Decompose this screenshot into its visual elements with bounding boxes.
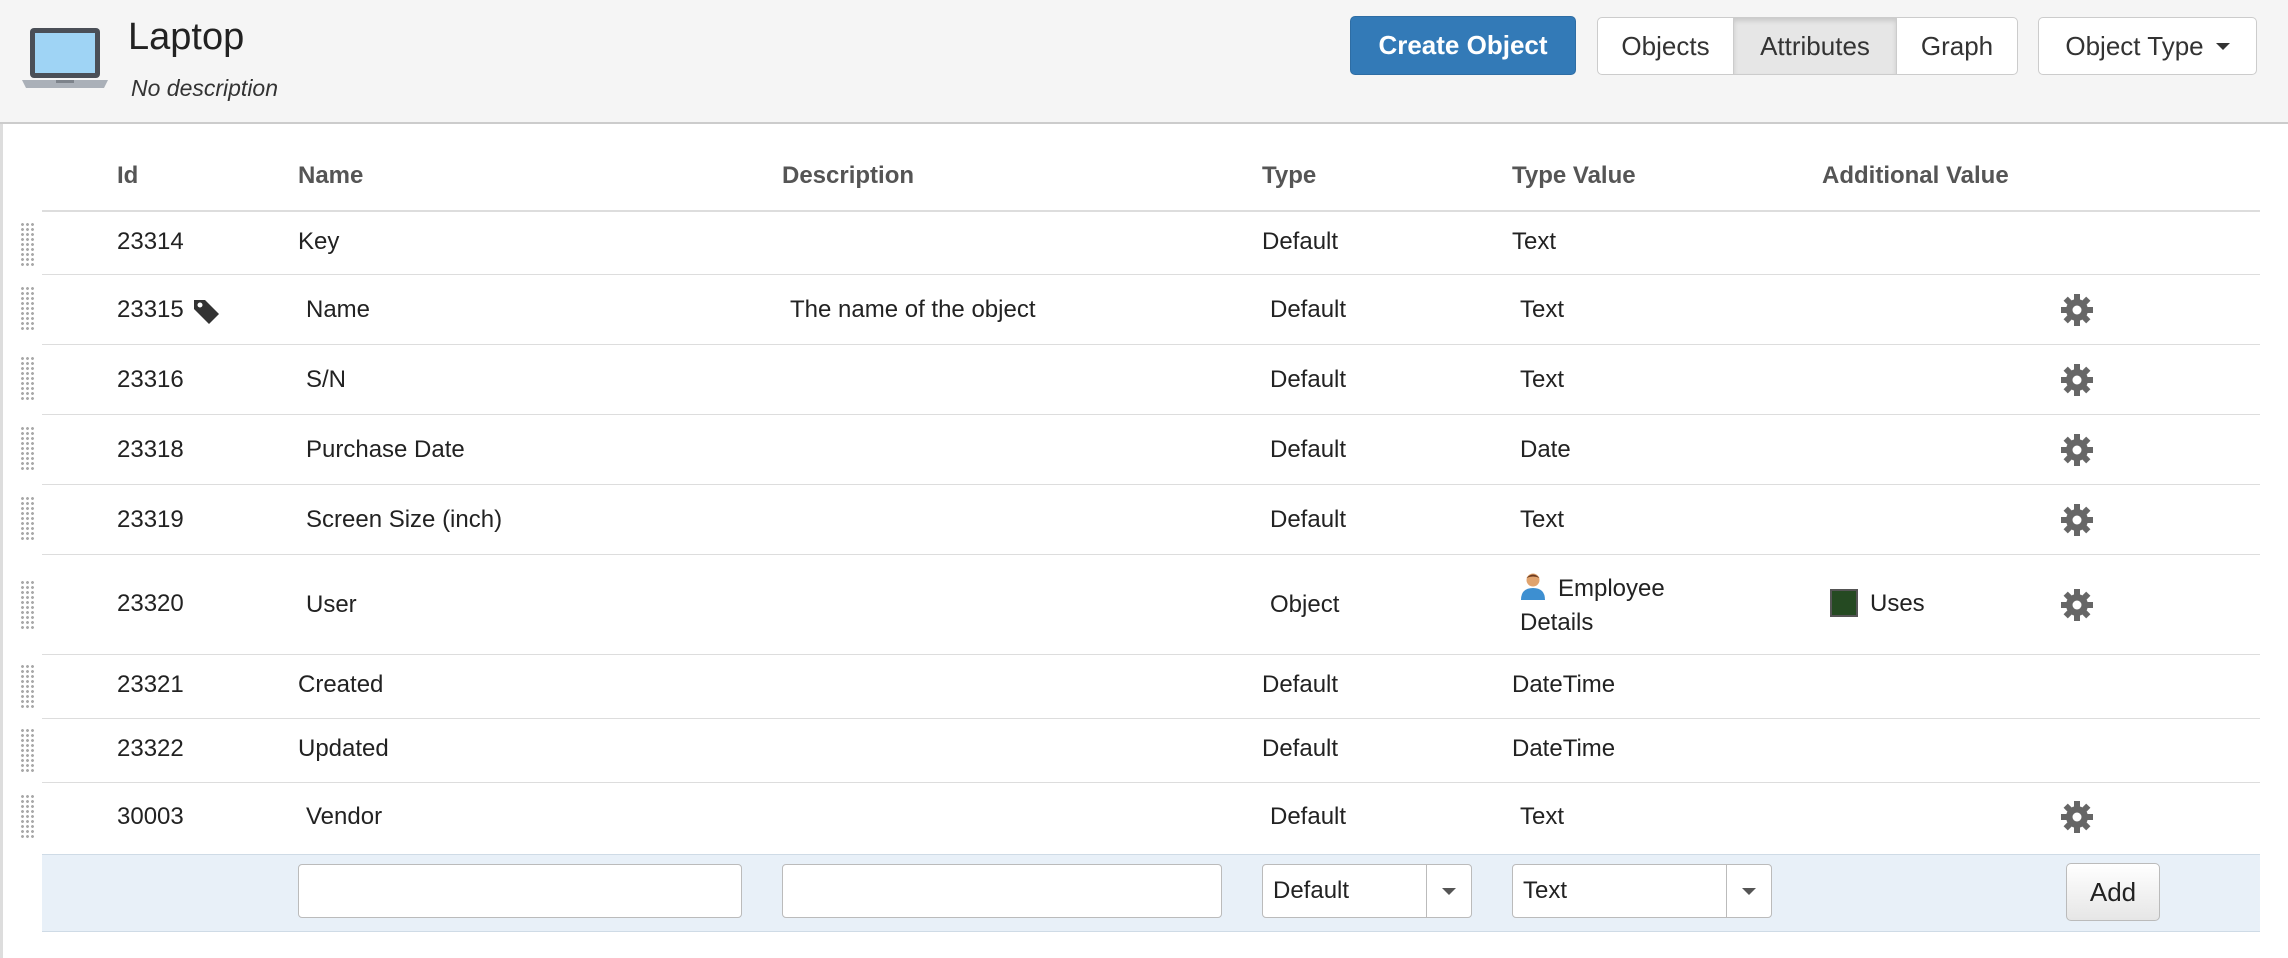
row-name[interactable]: Vendor [306, 803, 382, 831]
caret-down-icon [1742, 887, 1756, 895]
drag-handle-icon[interactable] [20, 496, 34, 542]
drag-handle-icon[interactable] [20, 580, 34, 630]
row-type-value: Text [1520, 366, 1565, 393]
row-divider [42, 414, 2260, 415]
new-attribute-name-input[interactable] [298, 864, 742, 918]
person-icon [1521, 573, 1545, 600]
caret-down-icon [2215, 42, 2230, 50]
row-name[interactable]: Updated [298, 735, 389, 763]
gear-icon[interactable] [2060, 293, 2094, 327]
gear-icon[interactable] [2060, 433, 2094, 467]
page-description: No description [131, 75, 279, 101]
row-type-value: Text [1520, 803, 1565, 830]
row-divider [42, 554, 2260, 555]
column-header-additional-value: Additional Value [1822, 162, 2009, 189]
gear-icon[interactable] [2060, 588, 2094, 622]
row-divider [42, 654, 2260, 655]
row-type-value: Text [1512, 228, 1557, 255]
drag-handle-icon[interactable] [20, 356, 34, 402]
row-name[interactable]: S/N [306, 366, 346, 394]
additional-value-text: Uses [1870, 590, 1925, 617]
object-type-dropdown[interactable]: Object Type [2038, 17, 2257, 75]
row-type: Default [1270, 296, 1347, 323]
row-id: 23318 [117, 436, 184, 463]
add-attribute-button[interactable]: Add [2066, 863, 2160, 921]
tab-attributes[interactable]: Attributes [1734, 18, 1897, 74]
row-divider [42, 484, 2260, 485]
row-id: 23320 [117, 590, 184, 617]
left-border [0, 124, 3, 958]
row-name[interactable]: Key [298, 228, 339, 256]
drag-handle-icon[interactable] [20, 426, 34, 472]
type-value-text: Employee [1558, 575, 1665, 602]
column-header-type-value: Type Value [1512, 162, 1636, 189]
laptop-icon [22, 28, 108, 88]
row-type: Default [1270, 803, 1347, 830]
tab-objects[interactable]: Objects [1598, 18, 1734, 74]
row-type-value: DateTime [1512, 735, 1616, 762]
row-divider [42, 344, 2260, 345]
drag-handle-icon[interactable] [20, 728, 34, 772]
header-divider [42, 210, 2260, 212]
column-header-description: Description [782, 162, 915, 189]
row-type: Default [1262, 228, 1339, 255]
type-select-toggle[interactable] [1426, 865, 1471, 917]
row-name[interactable]: Screen Size (inch) [306, 506, 502, 534]
row-additional-value: Uses [1830, 589, 1925, 618]
type-value-select-toggle[interactable] [1726, 865, 1771, 917]
color-swatch [1830, 589, 1858, 617]
row-type-value-line1[interactable]: Employee [1520, 572, 1665, 603]
tab-graph[interactable]: Graph [1897, 18, 2017, 74]
column-header-type: Type [1262, 162, 1317, 189]
row-id: 23315 [117, 296, 222, 325]
row-type-value: Text [1520, 296, 1565, 323]
view-switcher: Objects Attributes Graph [1597, 17, 2018, 75]
gear-icon[interactable] [2060, 800, 2094, 834]
row-type: Default [1270, 506, 1347, 533]
type-value-select-value: Text [1523, 877, 1568, 904]
caret-down-icon [1442, 887, 1456, 895]
row-name[interactable]: Purchase Date [306, 436, 465, 464]
new-attribute-description-input[interactable] [782, 864, 1222, 918]
row-divider [42, 718, 2260, 719]
gear-icon[interactable] [2060, 363, 2094, 397]
row-type: Object [1270, 591, 1340, 618]
row-id: 23316 [117, 366, 184, 393]
drag-handle-icon[interactable] [20, 286, 34, 332]
tag-icon [193, 299, 219, 324]
row-divider [42, 274, 2260, 275]
row-divider [42, 782, 2260, 783]
row-id: 23314 [117, 228, 184, 255]
row-id: 23321 [117, 671, 184, 698]
row-id: 23322 [117, 735, 184, 762]
type-select-value: Default [1273, 877, 1350, 904]
new-attribute-type-select[interactable]: Default [1262, 864, 1472, 918]
row-type-value: DateTime [1512, 671, 1616, 698]
column-header-id: Id [117, 162, 139, 189]
object-type-label: Object Type [2065, 30, 2204, 61]
row-id: 23319 [117, 506, 184, 533]
row-description: The name of the object [790, 296, 1036, 323]
row-name[interactable]: Created [298, 671, 383, 699]
row-name[interactable]: User [306, 591, 357, 619]
create-object-button[interactable]: Create Object [1350, 16, 1576, 75]
object-type-header: Laptop No description Create Object Obje… [0, 0, 2288, 124]
row-type-value-line2: Details [1520, 609, 1594, 636]
drag-handle-icon[interactable] [20, 222, 34, 266]
row-type: Default [1270, 436, 1347, 463]
gear-icon[interactable] [2060, 503, 2094, 537]
row-type-value: Date [1520, 436, 1571, 463]
drag-handle-icon[interactable] [20, 794, 34, 840]
row-type: Default [1262, 735, 1339, 762]
column-header-name: Name [298, 162, 364, 189]
new-attribute-type-value-select[interactable]: Text [1512, 864, 1772, 918]
drag-handle-icon[interactable] [20, 664, 34, 708]
row-type: Default [1262, 671, 1339, 698]
page-title: Laptop [128, 16, 245, 58]
row-type: Default [1270, 366, 1347, 393]
row-id-text: 23315 [117, 296, 184, 323]
row-id: 30003 [117, 803, 184, 830]
row-type-value: Text [1520, 506, 1565, 533]
row-name[interactable]: Name [306, 296, 370, 324]
